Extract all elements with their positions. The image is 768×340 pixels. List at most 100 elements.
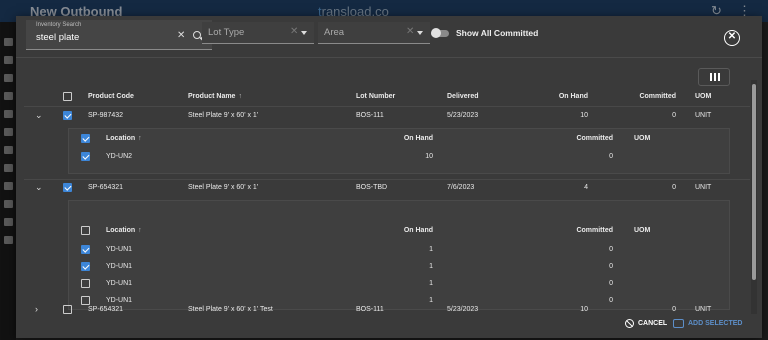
row-product-name: Steel Plate 9' x 60' x 1' (188, 112, 259, 119)
location-row-checkbox[interactable] (81, 152, 90, 161)
add-selected-icon[interactable] (673, 319, 684, 328)
col-header-committed: Committed (576, 135, 613, 142)
col-header-on-hand: On Hand (403, 135, 433, 142)
row-checkbox[interactable] (63, 183, 72, 192)
close-circle-icon[interactable]: ✕ (724, 30, 740, 46)
cancel-icon[interactable] (625, 319, 634, 328)
row-product-name: Steel Plate 9' x 60' x 1' (188, 184, 259, 191)
row-committed: 0 (672, 184, 676, 191)
row-product-name: Steel Plate 9' x 60' x 1' Test (188, 306, 273, 313)
row-delivered: 5/23/2023 (447, 112, 479, 119)
location-committed: 0 (609, 297, 613, 304)
toggle-knob (431, 28, 441, 38)
row-on-hand: 4 (584, 184, 588, 191)
row-lot-number: BOS-111 (356, 306, 384, 313)
location-subtable: Location ↑ On Hand Committed UOM YD-UN2 1… (68, 128, 730, 174)
col-header-lot-number: Lot Number (356, 93, 396, 100)
row-divider (24, 106, 750, 107)
col-header-uom: UOM (634, 227, 651, 234)
inventory-search-field[interactable]: Inventory Search steel plate ✕ (26, 20, 212, 50)
row-delivered: 5/23/2023 (447, 306, 479, 313)
select-all-checkbox[interactable] (63, 92, 72, 101)
row-product-code: SP-654321 (88, 184, 124, 191)
col-header-uom: UOM (695, 93, 712, 100)
location-committed: 0 (609, 263, 613, 270)
col-header-on-hand: On Hand (403, 227, 433, 234)
inventory-table: Product Code Product Name ↑ Lot Number De… (24, 88, 750, 314)
location-row-checkbox[interactable] (81, 279, 90, 288)
row-product-code: SP-987432 (88, 112, 124, 119)
row-divider (24, 179, 750, 180)
col-header-on-hand: On Hand (558, 93, 588, 100)
scrollbar-thumb[interactable] (752, 84, 756, 280)
view-columns-icon[interactable] (698, 68, 730, 86)
col-header-product-name[interactable]: Product Name ↑ (188, 93, 242, 100)
location-name: YD-UN1 (106, 280, 133, 287)
location-row-checkbox[interactable] (81, 296, 90, 305)
row-checkbox[interactable] (63, 305, 72, 314)
row-product-code: SP-654321 (88, 306, 124, 313)
chevron-down-icon[interactable]: ⌄ (35, 110, 43, 121)
col-header-uom: UOM (634, 135, 651, 142)
location-committed: 0 (609, 246, 613, 253)
clear-icon[interactable]: ✕ (290, 26, 298, 37)
chevron-down-icon[interactable]: ⌄ (35, 182, 43, 193)
col-header-product-name-label: Product Name (188, 93, 236, 100)
row-delivered: 7/6/2023 (447, 184, 475, 191)
location-subtable: Location ↑ On Hand Committed UOM YD-UN1 1… (68, 200, 730, 310)
col-header-delivered: Delivered (447, 93, 479, 100)
row-checkbox[interactable] (63, 111, 72, 120)
search-icon[interactable] (193, 31, 201, 39)
search-input[interactable]: steel plate (36, 32, 79, 43)
location-on-hand: 1 (429, 280, 433, 287)
col-header-location[interactable]: Location ↑ (106, 135, 142, 142)
inventory-search-dialog: Inventory Search steel plate ✕ Lot Type … (16, 16, 762, 338)
lot-type-select[interactable]: Lot Type ✕ (202, 22, 314, 44)
cancel-button[interactable]: CANCEL (638, 320, 667, 327)
location-row-checkbox[interactable] (81, 245, 90, 254)
col-header-committed: Committed (639, 93, 676, 100)
area-placeholder: Area (324, 27, 345, 38)
search-label: Inventory Search (36, 22, 82, 28)
area-select[interactable]: Area ✕ (318, 22, 430, 44)
location-name: YD-UN1 (106, 263, 133, 270)
col-header-committed: Committed (576, 227, 613, 234)
row-lot-number: BOS-TBD (356, 184, 388, 191)
chevron-down-icon[interactable] (417, 31, 423, 35)
location-committed: 0 (609, 153, 613, 160)
select-all-locations-checkbox[interactable] (81, 226, 90, 235)
row-lot-number: BOS-111 (356, 112, 384, 119)
location-on-hand: 1 (429, 263, 433, 270)
row-on-hand: 10 (580, 112, 588, 119)
col-header-product-code: Product Code (88, 93, 134, 100)
row-committed: 0 (672, 306, 676, 313)
location-on-hand: 1 (429, 246, 433, 253)
add-selected-button[interactable]: ADD SELECTED (688, 320, 742, 327)
row-uom: UNIT (695, 306, 712, 313)
row-uom: UNIT (695, 184, 712, 191)
lot-type-placeholder: Lot Type (208, 27, 245, 38)
chevron-right-icon[interactable]: › (35, 304, 38, 314)
col-header-location-label: Location (106, 135, 136, 142)
clear-icon[interactable]: ✕ (177, 30, 185, 41)
select-all-locations-checkbox[interactable] (81, 134, 90, 143)
scrollbar[interactable] (751, 80, 757, 314)
show-all-committed-label: Show All Committed (456, 28, 539, 38)
row-on-hand: 10 (580, 306, 588, 313)
location-row-checkbox[interactable] (81, 262, 90, 271)
clear-icon[interactable]: ✕ (406, 26, 414, 37)
arrow-up-icon: ↑ (238, 93, 242, 100)
chevron-down-icon[interactable] (301, 31, 307, 35)
location-name: YD-UN1 (106, 297, 133, 304)
row-committed: 0 (672, 112, 676, 119)
location-name: YD-UN1 (106, 246, 133, 253)
location-on-hand: 1 (429, 297, 433, 304)
location-on-hand: 10 (425, 153, 433, 160)
location-committed: 0 (609, 280, 613, 287)
row-uom: UNIT (695, 112, 712, 119)
col-header-location-label: Location (106, 227, 136, 234)
show-all-committed-toggle[interactable] (431, 28, 449, 38)
arrow-up-icon: ↑ (138, 135, 142, 142)
location-name: YD-UN2 (106, 153, 133, 160)
col-header-location[interactable]: Location ↑ (106, 227, 142, 234)
